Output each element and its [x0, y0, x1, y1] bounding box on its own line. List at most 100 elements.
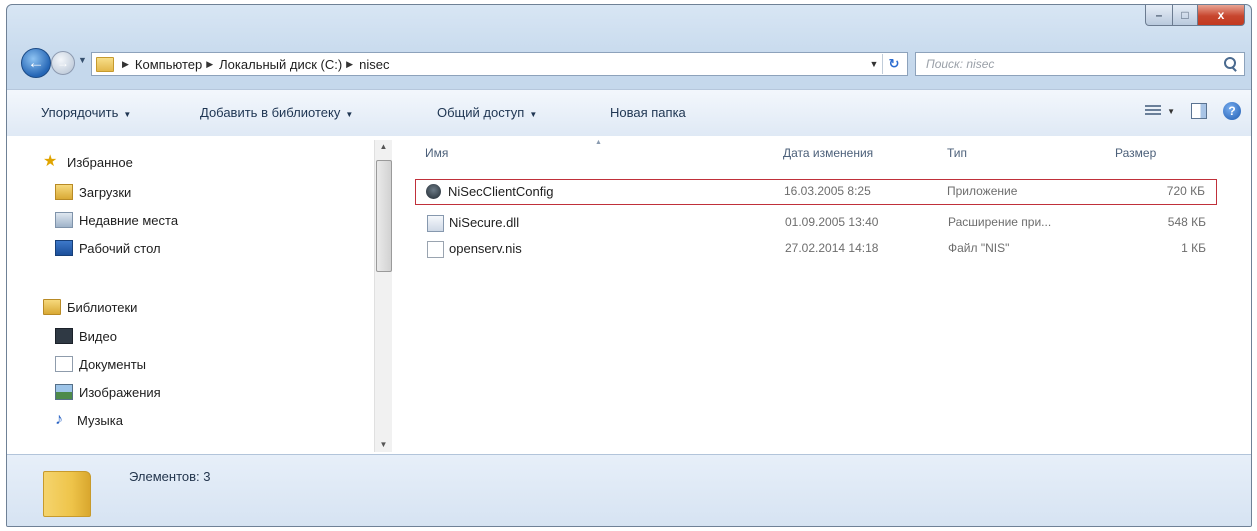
organize-label: Упорядочить	[41, 105, 119, 120]
file-type: Расширение при...	[948, 215, 1052, 229]
recent-places-icon	[55, 212, 73, 228]
nav-label: Библиотеки	[67, 299, 138, 315]
images-icon	[55, 384, 73, 400]
preview-pane-icon[interactable]	[1191, 103, 1207, 119]
nav-item-recent-places[interactable]: Недавние места	[55, 212, 178, 228]
maximize-button[interactable]: □	[1173, 5, 1198, 26]
share-button[interactable]: Общий доступ ▼	[437, 105, 537, 120]
file-name: openserv.nis	[449, 241, 522, 256]
column-label: Размер	[1115, 146, 1157, 160]
chevron-right-icon[interactable]: ▶	[122, 59, 129, 70]
star-icon: ★	[43, 153, 58, 170]
nav-label: Недавние места	[79, 212, 179, 228]
content-area: ★ Избранное Загрузки Недавние места Рабо…	[7, 136, 1251, 454]
nav-item-desktop[interactable]: Рабочий стол	[55, 240, 161, 256]
folder-icon	[96, 56, 114, 72]
file-size: 1 КБ	[1181, 241, 1206, 255]
chevron-right-icon[interactable]: ▶	[346, 59, 353, 70]
view-controls: ▼ ?	[1145, 102, 1241, 120]
table-row[interactable]: openserv.nis 27.02.2014 14:18 Файл "NIS"…	[415, 237, 1215, 261]
column-header-name[interactable]: Имя	[425, 146, 448, 160]
scroll-down-icon[interactable]: ▼	[375, 438, 392, 452]
app-icon	[426, 184, 441, 199]
file-name: NiSecClientConfig	[448, 184, 554, 199]
nav-label: Видео	[79, 328, 117, 344]
file-type: Приложение	[947, 184, 1018, 198]
breadcrumb-nisec[interactable]: nisec	[359, 57, 389, 72]
column-header-type[interactable]: Тип	[947, 146, 967, 160]
nav-label: Рабочий стол	[79, 240, 161, 256]
chevron-down-icon: ▼	[345, 110, 354, 119]
column-label: Имя	[425, 146, 449, 160]
explorer-window: – □ x ← → ▼ ▶ Компьютер ▶ Локальный диск…	[6, 4, 1252, 527]
search-icon[interactable]	[1222, 55, 1240, 73]
nav-item-video[interactable]: Видео	[55, 328, 117, 344]
navigation-pane: ★ Избранное Загрузки Недавние места Рабо…	[7, 136, 392, 454]
add-to-library-label: Добавить в библиотеку	[200, 105, 341, 120]
downloads-folder-icon	[55, 184, 73, 200]
chevron-down-icon[interactable]: ▼	[1167, 107, 1175, 116]
file-size: 548 КБ	[1167, 215, 1206, 229]
file-date: 01.09.2005 13:40	[785, 215, 879, 229]
address-bar[interactable]: ▶ Компьютер ▶ Локальный диск (C:) ▶ nise…	[91, 52, 908, 76]
column-label: Тип	[947, 146, 968, 160]
minimize-button[interactable]: –	[1145, 5, 1173, 26]
file-size: 720 КБ	[1166, 184, 1205, 198]
new-folder-label: Новая папка	[610, 105, 686, 120]
breadcrumb-computer[interactable]: Компьютер	[135, 57, 202, 72]
address-dropdown-icon[interactable]: ▼	[866, 59, 882, 69]
scroll-up-icon[interactable]: ▲	[375, 140, 392, 154]
dll-icon	[427, 215, 444, 232]
chevron-right-icon[interactable]: ▶	[206, 59, 213, 70]
help-icon[interactable]: ?	[1223, 102, 1241, 120]
views-icon[interactable]	[1145, 105, 1162, 117]
new-folder-button[interactable]: Новая папка	[610, 105, 686, 120]
nav-label: Избранное	[67, 154, 133, 170]
file-list: Имя ▲ Дата изменения Тип Размер NiSecCli…	[395, 136, 1251, 454]
item-count: Элементов: 3	[129, 469, 211, 484]
file-type: Файл "NIS"	[948, 241, 1010, 255]
nav-item-documents[interactable]: Документы	[55, 356, 146, 372]
nav-label: Изображения	[79, 384, 161, 400]
sort-ascending-icon: ▲	[595, 139, 602, 146]
back-button[interactable]: ←	[21, 48, 51, 78]
close-button[interactable]: x	[1198, 5, 1245, 26]
caption-buttons: – □ x	[1145, 5, 1245, 27]
address-row: ← → ▼ ▶ Компьютер ▶ Локальный диск (C:) …	[7, 45, 1251, 79]
search-box	[915, 52, 1245, 76]
column-label: Дата изменения	[783, 146, 874, 160]
forward-button[interactable]: →	[51, 51, 75, 75]
chevron-down-icon: ▼	[529, 110, 538, 119]
status-bar: Элементов: 3	[7, 454, 1251, 526]
column-header-size[interactable]: Размер	[1115, 146, 1156, 160]
nav-item-downloads[interactable]: Загрузки	[55, 184, 131, 200]
nav-label: Загрузки	[79, 184, 132, 200]
nav-favorites[interactable]: ★ Избранное	[43, 154, 133, 170]
nav-libraries[interactable]: Библиотеки	[43, 299, 137, 315]
scroll-thumb[interactable]	[376, 160, 392, 272]
breadcrumb-local-disk[interactable]: Локальный диск (C:)	[219, 57, 342, 72]
file-date: 16.03.2005 8:25	[784, 184, 871, 198]
table-row[interactable]: NiSecClientConfig 16.03.2005 8:25 Прилож…	[415, 179, 1217, 205]
refresh-button[interactable]: ↻	[882, 54, 905, 74]
share-label: Общий доступ	[437, 105, 525, 120]
nav-item-music[interactable]: ♪ Музыка	[55, 412, 123, 428]
video-icon	[55, 328, 73, 344]
add-to-library-button[interactable]: Добавить в библиотеку ▼	[200, 105, 353, 120]
nav-item-images[interactable]: Изображения	[55, 384, 161, 400]
command-bar: Упорядочить ▼ Добавить в библиотеку ▼ Общи…	[7, 89, 1251, 137]
documents-icon	[55, 356, 73, 372]
desktop-icon	[55, 240, 73, 256]
file-date: 27.02.2014 14:18	[785, 241, 879, 255]
search-input[interactable]	[924, 56, 1222, 72]
file-icon	[427, 241, 444, 258]
column-header-date[interactable]: Дата изменения	[783, 146, 873, 160]
organize-button[interactable]: Упорядочить ▼	[41, 105, 131, 120]
table-row[interactable]: NiSecure.dll 01.09.2005 13:40 Расширение…	[415, 211, 1215, 235]
music-note-icon: ♪	[55, 411, 63, 428]
recent-pages-dropdown-icon[interactable]: ▼	[78, 55, 87, 65]
nav-scrollbar[interactable]: ▲ ▼	[374, 140, 392, 452]
nav-label: Музыка	[77, 412, 123, 428]
folder-icon	[43, 471, 91, 517]
file-name: NiSecure.dll	[449, 215, 520, 230]
